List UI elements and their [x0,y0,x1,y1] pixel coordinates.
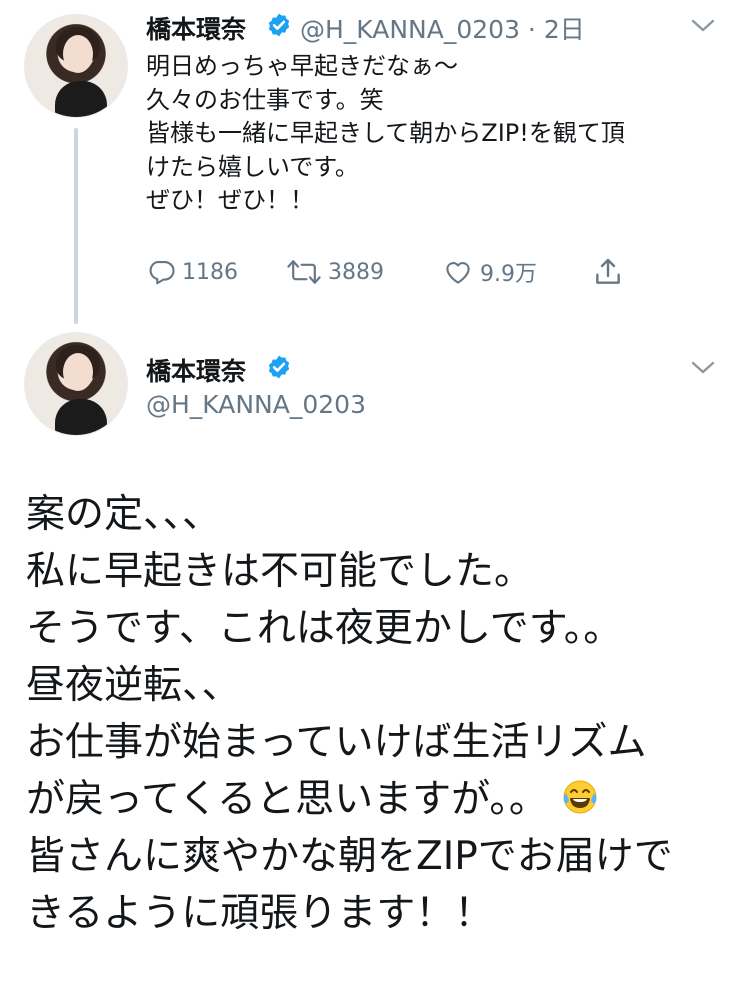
tears-of-joy-emoji [563,780,597,814]
reply-icon [149,260,175,285]
tweet-line: けたら嬉しいです。 [146,152,359,181]
author-name[interactable]: 橋本環奈 [146,352,246,388]
retweet-count: 3889 [328,259,384,285]
share-icon [596,258,620,284]
reply-button[interactable]: 1186 [146,254,238,290]
tweet-line: 昼夜逆転、、 [26,663,241,708]
share-button[interactable] [592,254,630,290]
reply-count: 1186 [182,259,238,285]
retweet-button[interactable]: 3889 [286,254,384,290]
tweet-line: お仕事が始まっていけば生活リズム [26,720,647,765]
tweet-line: 明日めっちゃ早起きだなぁ〜 [146,52,458,80]
tweet-line: 久々のお仕事です。笑 [146,85,384,114]
tweet-text: 明日めっちゃ早起きだなぁ〜 久々のお仕事です。笑 皆様も一緒に早起きして朝からZ… [146,50,625,218]
tweet-line: 案の定、、、 [26,492,222,537]
tweet-line: 私に早起きは不可能でした。 [26,549,534,594]
retweet-icon [287,260,321,284]
tweet-line: ぜひ！ぜひ！！ [146,186,314,214]
chevron-down-icon[interactable] [690,18,716,34]
tweet-line: 皆様も一緒に早起きして朝からZIP!を観て頂 [146,119,625,147]
author-handle-time[interactable]: @H_KANNA_0203 · 2日 [300,10,585,46]
avatar[interactable] [24,14,128,118]
avatar[interactable] [24,332,128,436]
thread-line [74,128,78,324]
verified-badge-icon [268,13,290,37]
verified-badge-icon [268,355,290,379]
tweet-line: が戻ってくると思いますが。。 [26,777,548,822]
chevron-down-icon[interactable] [690,360,716,376]
like-icon [446,262,470,284]
author-name[interactable]: 橋本環奈 [146,10,246,46]
author-handle[interactable]: @H_KANNA_0203 [146,390,366,419]
like-count: 9.9万 [480,262,537,287]
tweet-text: 案の定、、、 私に早起きは不可能でした。 そうです、これは夜更かしです。。 昼夜… [26,486,673,942]
like-button[interactable]: 9.9万 [442,254,537,290]
tweet-line-with-emoji: が戻ってくると思いますが。。 [26,771,673,828]
tweet-line: そうです、これは夜更かしです。。 [26,606,623,651]
tweet-line: 皆さんに爽やかな朝をZIPでお届けで [26,834,673,879]
tweet-line: きるように頑張ります！！ [26,891,494,936]
